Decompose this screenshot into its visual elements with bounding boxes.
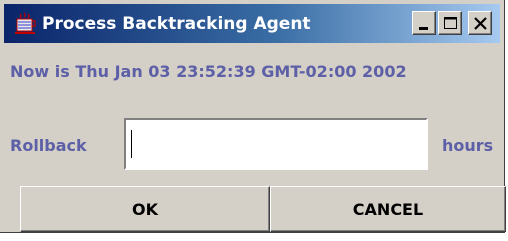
- maximize-icon: [444, 17, 457, 29]
- text-caret: [131, 130, 132, 158]
- close-button[interactable]: [468, 11, 492, 35]
- dialog-window: Process Backtracking Agent Now is Thu Ja…: [0, 0, 506, 233]
- hours-label: hours: [442, 136, 494, 155]
- cancel-button[interactable]: CANCEL: [270, 186, 506, 232]
- minimize-button[interactable]: [412, 11, 436, 35]
- rollback-label: Rollback: [10, 136, 87, 155]
- window-title: Process Backtracking Agent: [42, 14, 311, 34]
- minimize-icon: [419, 27, 428, 30]
- title-bar[interactable]: Process Backtracking Agent: [4, 4, 500, 43]
- java-cup-icon: [14, 12, 38, 36]
- rollback-hours-input[interactable]: [124, 118, 428, 170]
- ok-button[interactable]: OK: [20, 186, 270, 232]
- current-time-text: Now is Thu Jan 03 23:52:39 GMT-02:00 200…: [10, 62, 407, 81]
- close-icon: [474, 17, 487, 30]
- maximize-button[interactable]: [438, 11, 462, 35]
